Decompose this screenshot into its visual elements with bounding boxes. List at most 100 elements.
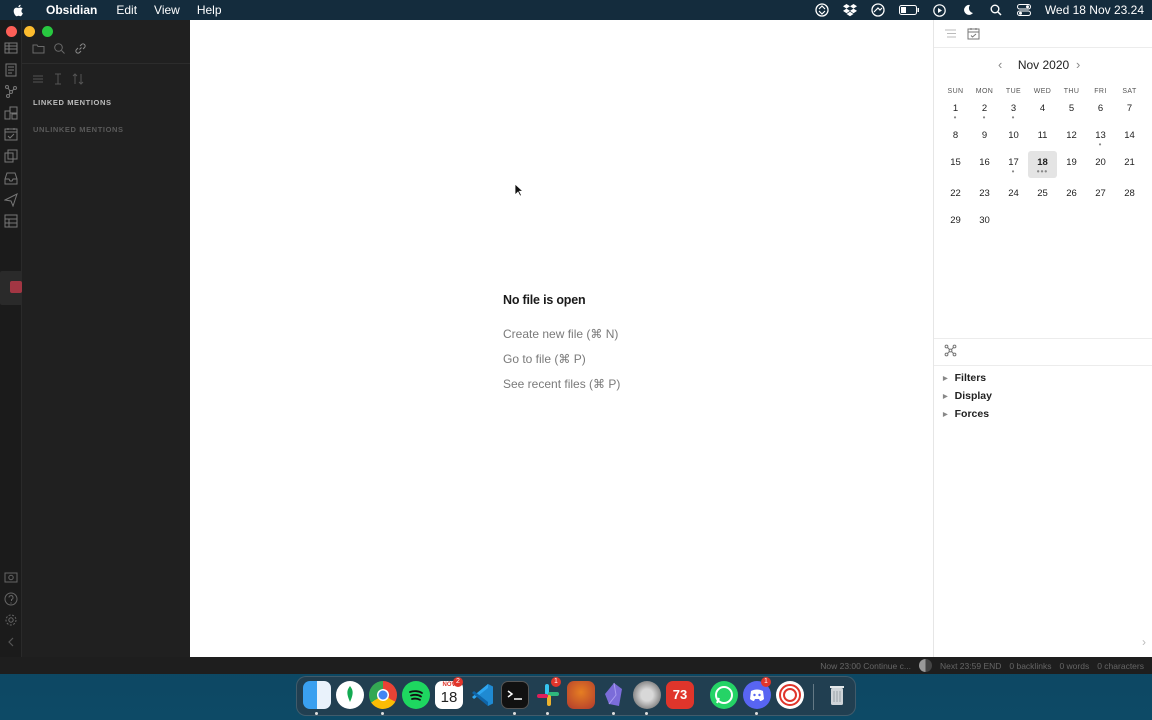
link-icon[interactable] bbox=[74, 42, 87, 60]
calendar-day[interactable]: 15 bbox=[941, 155, 970, 174]
calendar-day[interactable]: 22 bbox=[941, 186, 970, 205]
character-app-icon[interactable] bbox=[567, 681, 595, 709]
collapse-left-icon[interactable] bbox=[4, 635, 18, 649]
calendar-icon[interactable] bbox=[967, 27, 980, 45]
month-label[interactable]: Nov 2020 bbox=[1018, 58, 1069, 72]
dropbox-icon[interactable] bbox=[842, 3, 857, 17]
clock[interactable]: Wed 18 Nov 23.24 bbox=[1045, 3, 1144, 17]
search-icon[interactable] bbox=[989, 3, 1003, 17]
calendar-day[interactable]: 25 bbox=[1028, 186, 1057, 205]
daily-note-icon[interactable] bbox=[4, 127, 18, 141]
calendar-day[interactable]: 17 • bbox=[999, 155, 1028, 176]
menu-view[interactable]: View bbox=[154, 3, 180, 17]
status-next[interactable]: Next 23:59 END bbox=[940, 661, 1001, 671]
moon-icon[interactable] bbox=[961, 3, 975, 17]
sync-icon[interactable] bbox=[815, 3, 829, 17]
note-icon[interactable] bbox=[4, 63, 18, 77]
table-icon[interactable] bbox=[4, 41, 18, 55]
local-graph-icon[interactable] bbox=[944, 344, 957, 357]
search-icon[interactable] bbox=[53, 42, 66, 60]
calendar-day[interactable]: 28 bbox=[1115, 186, 1144, 205]
chrome-icon[interactable] bbox=[369, 681, 397, 709]
play-icon[interactable] bbox=[933, 3, 947, 17]
maximize-button[interactable] bbox=[42, 26, 53, 37]
calendar-day[interactable]: 30 bbox=[970, 213, 999, 232]
graph-view-icon[interactable] bbox=[4, 84, 18, 98]
calendar-day[interactable]: 23 bbox=[970, 186, 999, 205]
copy-icon[interactable] bbox=[4, 149, 18, 163]
calendar-day[interactable]: 10 bbox=[999, 128, 1028, 147]
graph-display-toggle[interactable]: ▶ Display bbox=[943, 390, 992, 402]
calendar-day[interactable]: 1 • bbox=[941, 101, 970, 122]
menu-app-name[interactable]: Obsidian bbox=[46, 3, 97, 17]
create-new-file-link[interactable]: Create new file (⌘ N) bbox=[503, 327, 620, 341]
menu-help[interactable]: Help bbox=[197, 3, 222, 17]
whatsapp-icon[interactable] bbox=[710, 681, 738, 709]
counter-app-icon[interactable]: 73 bbox=[666, 681, 694, 709]
calendar-day[interactable]: 19 bbox=[1057, 155, 1086, 174]
go-to-file-link[interactable]: Go to file (⌘ P) bbox=[503, 352, 620, 366]
calendar-day[interactable]: 4 bbox=[1028, 101, 1057, 120]
calendar-day[interactable]: 9 bbox=[970, 128, 999, 147]
publish-icon[interactable] bbox=[3, 193, 18, 208]
mongodb-icon[interactable] bbox=[336, 681, 364, 709]
calendar-day[interactable]: 29 bbox=[941, 213, 970, 232]
inbox-icon[interactable] bbox=[4, 171, 18, 185]
calendar-day[interactable]: 20 bbox=[1086, 155, 1115, 174]
see-recent-files-link[interactable]: See recent files (⌘ P) bbox=[503, 377, 620, 391]
sort-icon[interactable] bbox=[72, 72, 84, 90]
calendar-day[interactable]: 13 • bbox=[1086, 128, 1115, 149]
backlink-count[interactable]: 0 backlinks bbox=[1009, 661, 1051, 671]
trash-icon[interactable] bbox=[823, 681, 851, 709]
calendar-day[interactable]: 5 bbox=[1057, 101, 1086, 120]
spotify-icon[interactable] bbox=[402, 681, 430, 709]
calendar-day[interactable]: 7 bbox=[1115, 101, 1144, 120]
minimize-button[interactable] bbox=[24, 26, 35, 37]
calendar-day[interactable]: 27 bbox=[1086, 186, 1115, 205]
camera-icon[interactable] bbox=[4, 570, 18, 584]
calendar-day[interactable]: 16 bbox=[970, 155, 999, 174]
folder-icon[interactable] bbox=[32, 42, 45, 60]
graph-filters-toggle[interactable]: ▶ Filters bbox=[943, 372, 986, 384]
graph-forces-toggle[interactable]: ▶ Forces bbox=[943, 408, 989, 420]
finder-icon[interactable] bbox=[303, 681, 331, 709]
calendar-day-today[interactable]: 18 ••• bbox=[1028, 151, 1057, 178]
calendar-day[interactable]: 2 • bbox=[970, 101, 999, 122]
kanban-icon[interactable] bbox=[4, 214, 18, 228]
list-icon[interactable] bbox=[32, 72, 44, 90]
battery-icon[interactable] bbox=[898, 3, 919, 17]
apple-icon[interactable] bbox=[12, 4, 34, 17]
obsidian-app-icon[interactable] bbox=[600, 681, 628, 709]
vpn-icon[interactable] bbox=[871, 3, 885, 17]
control-center-icon[interactable] bbox=[1016, 3, 1031, 17]
close-button[interactable] bbox=[6, 26, 17, 37]
calendar-day[interactable]: 6 bbox=[1086, 101, 1115, 120]
unlinked-mentions-heading[interactable]: UNLINKED MENTIONS bbox=[33, 125, 124, 134]
templates-icon[interactable] bbox=[4, 106, 18, 120]
menu-edit[interactable]: Edit bbox=[116, 3, 137, 17]
calendar-day-number: 23 bbox=[979, 188, 990, 199]
terminal-icon[interactable] bbox=[501, 681, 529, 709]
linked-mentions-heading[interactable]: LINKED MENTIONS bbox=[33, 98, 112, 107]
prev-month-button[interactable]: ‹ bbox=[998, 57, 1002, 72]
outline-icon[interactable] bbox=[944, 27, 957, 45]
notification-badge: 1 bbox=[551, 677, 561, 687]
status-now[interactable]: Now 23:00 Continue c... bbox=[820, 661, 911, 671]
spiral-app-icon[interactable] bbox=[776, 681, 804, 709]
calendar-day[interactable]: 8 bbox=[941, 128, 970, 147]
next-month-button[interactable]: › bbox=[1076, 57, 1080, 72]
help-icon[interactable] bbox=[4, 592, 18, 606]
calendar-day[interactable]: 21 bbox=[1115, 155, 1144, 174]
calendar-day[interactable]: 12 bbox=[1057, 128, 1086, 147]
settings-gear-icon[interactable] bbox=[4, 613, 18, 627]
calendar-day[interactable]: 3 • bbox=[999, 101, 1028, 122]
calendar-day[interactable]: 26 bbox=[1057, 186, 1086, 205]
calendar-day[interactable]: 24 bbox=[999, 186, 1028, 205]
theme-toggle-icon[interactable] bbox=[918, 659, 932, 672]
calendar-day[interactable]: 11 bbox=[1028, 128, 1057, 147]
vscode-icon[interactable] bbox=[468, 681, 496, 709]
system-preferences-icon[interactable] bbox=[633, 681, 661, 709]
calendar-day[interactable]: 14 bbox=[1115, 128, 1144, 147]
collapse-right-icon[interactable]: › bbox=[1142, 635, 1146, 649]
text-cursor-icon[interactable] bbox=[52, 72, 64, 90]
